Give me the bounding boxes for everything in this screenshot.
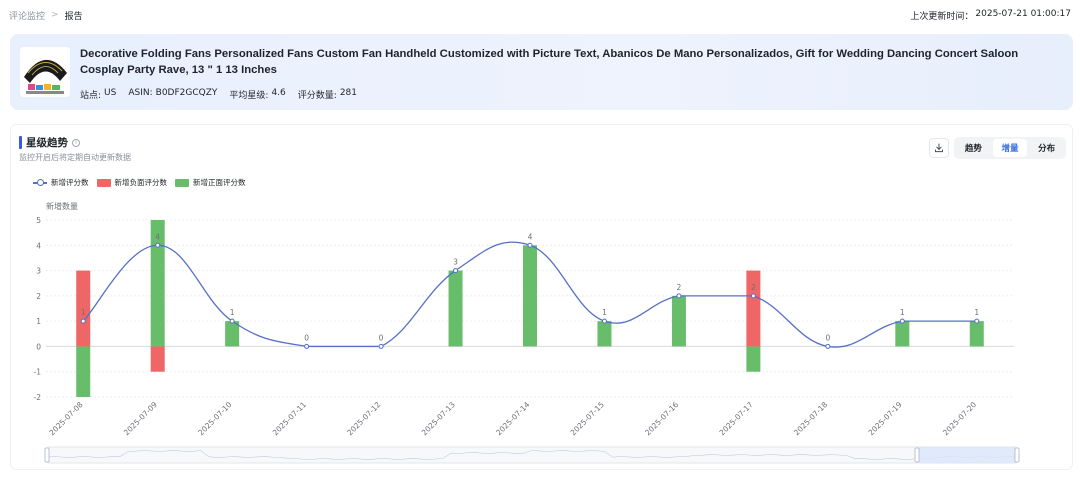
- line-point: [229, 318, 235, 324]
- top-bar: 评论监控 > 报告 上次更新时间： 2025-07-21 01:00:17: [0, 0, 1080, 30]
- x-tick-label: 2025-07-14: [494, 400, 531, 437]
- line-point: [974, 318, 980, 324]
- product-image[interactable]: [20, 47, 70, 97]
- star-increment-chart: 新增数量 -2 -1 0 1 2 3 4 5 1 4 1 0 0 3 4 1 2 2 0 1 1 2025-07-08 202…: [34, 201, 1020, 464]
- meta-rating-label: 平均星级:: [229, 91, 269, 101]
- x-tick-label: 2025-07-17: [718, 400, 755, 437]
- x-tick-label: 2025-07-13: [420, 400, 457, 437]
- y-tick-label: 0: [36, 342, 41, 351]
- zoom-handle[interactable]: [1014, 447, 1020, 463]
- x-tick-label: 2025-07-12: [345, 400, 382, 437]
- line-point: [601, 318, 607, 324]
- data-label: 0: [379, 333, 384, 342]
- data-label: 1: [230, 308, 235, 317]
- bar-positive: [895, 321, 910, 347]
- data-zoom-slider[interactable]: [44, 446, 1020, 464]
- data-label: 1: [81, 308, 86, 317]
- product-meta: 站点: US ASIN: B0DF2GCQZY 平均星级: 4.6 评分数量: …: [80, 88, 357, 101]
- line-point: [304, 343, 310, 349]
- x-tick-label: 2025-07-19: [867, 400, 904, 437]
- data-label: 1: [974, 308, 979, 317]
- x-tick-label: 2025-07-11: [271, 400, 308, 437]
- breadcrumb-report: 报告: [64, 11, 83, 22]
- data-label: 1: [602, 308, 607, 317]
- meta-site: 站点: US: [80, 88, 116, 101]
- data-label: 2: [751, 283, 756, 292]
- line-point: [899, 318, 905, 324]
- x-tick-label: 2025-07-18: [792, 400, 829, 437]
- y-tick-label: 5: [36, 216, 41, 225]
- y-tick-label: 3: [36, 267, 41, 276]
- line-point: [378, 343, 384, 349]
- meta-asin-value: B0DF2GCQZY: [155, 88, 218, 98]
- data-label: 2: [677, 283, 682, 292]
- y-tick-label: -2: [34, 393, 42, 402]
- zoom-handle[interactable]: [914, 447, 920, 463]
- y-tick-label: 2: [36, 292, 41, 301]
- y-axis-label: 新增数量: [46, 201, 78, 211]
- data-label: 0: [825, 333, 830, 342]
- line-point: [453, 268, 459, 274]
- line-point: [825, 343, 831, 349]
- x-tick-label: 2025-07-20: [941, 400, 978, 437]
- bar-positive: [76, 346, 91, 397]
- y-tick-label: 4: [36, 241, 41, 250]
- meta-reviews-label: 评分数量:: [297, 91, 337, 101]
- zoom-handle[interactable]: [44, 447, 50, 463]
- meta-asin: ASIN: B0DF2GCQZY: [128, 88, 217, 101]
- line-point: [676, 293, 682, 299]
- product-title: Decorative Folding Fans Personalized Fan…: [80, 48, 1019, 76]
- last-updated-value: 2025-07-21 01:00:17: [975, 8, 1071, 19]
- data-label: 0: [304, 333, 309, 342]
- line-point: [80, 318, 86, 324]
- meta-rating-value: 4.6: [271, 88, 286, 98]
- breadcrumb-review-monitor[interactable]: 评论监控: [9, 9, 45, 22]
- last-updated-label: 上次更新时间：: [910, 11, 974, 22]
- x-tick-label: 2025-07-15: [569, 400, 606, 437]
- meta-rating: 平均星级: 4.6: [229, 88, 285, 101]
- bar-positive: [523, 245, 537, 347]
- bar-positive: [448, 270, 463, 347]
- star-trend-panel: 星级趋势 i 监控开启后将定期自动更新数据 趋势 增量 分布 新增评分数 新增负…: [10, 124, 1073, 470]
- meta-reviews: 评分数量: 281: [298, 88, 357, 101]
- line-point: [750, 293, 756, 299]
- line-point: [527, 242, 533, 248]
- x-tick-label: 2025-07-16: [643, 400, 680, 437]
- product-card: Decorative Folding Fans Personalized Fan…: [10, 34, 1073, 110]
- x-tick-label: 2025-07-09: [122, 400, 159, 437]
- data-label: 3: [453, 258, 458, 267]
- meta-site-value: US: [104, 88, 117, 98]
- data-label: 4: [155, 232, 160, 241]
- meta-reviews-value: 281: [339, 88, 358, 98]
- y-tick-label: 1: [36, 317, 41, 326]
- zoom-track: [46, 446, 1018, 464]
- breadcrumb-separator-icon: >: [51, 10, 59, 20]
- x-tick-label: 2025-07-10: [196, 400, 233, 437]
- line-point: [155, 242, 161, 248]
- breadcrumb: 评论监控 > 报告: [9, 9, 83, 22]
- data-label: 1: [900, 308, 905, 317]
- bar-positive: [671, 295, 686, 347]
- y-tick-label: -1: [34, 368, 42, 377]
- meta-site-label: 站点:: [80, 91, 102, 101]
- bar-negative: [150, 346, 165, 372]
- data-label: 4: [528, 232, 533, 241]
- bar-positive: [597, 321, 612, 347]
- meta-asin-label: ASIN:: [128, 88, 153, 98]
- last-updated: 上次更新时间： 2025-07-21 01:00:17: [910, 9, 1071, 22]
- bar-positive: [969, 321, 984, 347]
- zoom-window: [917, 447, 1017, 463]
- bar-positive: [746, 346, 761, 372]
- x-tick-label: 2025-07-08: [47, 400, 84, 437]
